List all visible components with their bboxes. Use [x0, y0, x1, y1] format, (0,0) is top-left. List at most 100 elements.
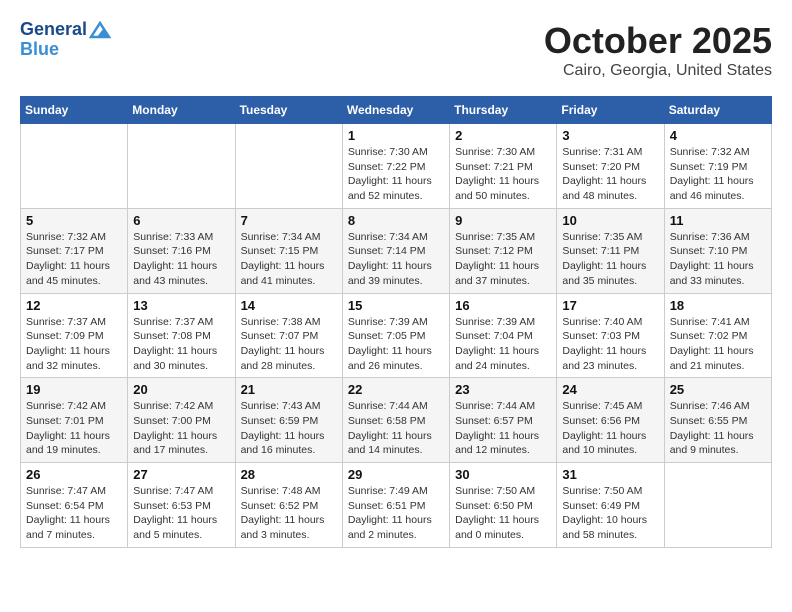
weekday-header-row: SundayMondayTuesdayWednesdayThursdayFrid…: [21, 97, 772, 124]
logo-text: General Blue: [20, 20, 111, 60]
calendar-cell: 7 Sunrise: 7:34 AMSunset: 7:15 PMDaylight…: [235, 208, 342, 293]
calendar-cell: 9Sunrise: 7:35 AMSunset: 7:12 PMDaylight…: [450, 208, 557, 293]
calendar-cell: 26 Sunrise: 7:47 AMSunset: 6:54 PMDayligh…: [21, 463, 128, 548]
calendar-cell: 3 Sunrise: 7:31 AMSunset: 7:20 PMDaylight…: [557, 124, 664, 209]
calendar-cell: 8 Sunrise: 7:34 AMSunset: 7:14 PMDaylight…: [342, 208, 449, 293]
calendar-cell: 12 Sunrise: 7:37 AMSunset: 7:09 PMDayligh…: [21, 293, 128, 378]
day-info: Sunrise: 7:49 AMSunset: 6:51 PMDaylight:…: [348, 484, 444, 543]
logo: General Blue: [20, 20, 111, 60]
calendar-cell: 11 Sunrise: 7:36 AMSunset: 7:10 PMDayligh…: [664, 208, 771, 293]
calendar-cell: 4 Sunrise: 7:32 AMSunset: 7:19 PMDaylight…: [664, 124, 771, 209]
day-number: 26: [26, 467, 122, 482]
day-info: Sunrise: 7:42 AMSunset: 7:01 PMDaylight:…: [26, 399, 122, 458]
calendar-cell: 18 Sunrise: 7:41 AMSunset: 7:02 PMDayligh…: [664, 293, 771, 378]
calendar-cell: 14 Sunrise: 7:38 AMSunset: 7:07 PMDayligh…: [235, 293, 342, 378]
day-info: Sunrise: 7:46 AMSunset: 6:55 PMDaylight:…: [670, 399, 766, 458]
day-info: Sunrise: 7:48 AMSunset: 6:52 PMDaylight:…: [241, 484, 337, 543]
calendar-cell: 17 Sunrise: 7:40 AMSunset: 7:03 PMDayligh…: [557, 293, 664, 378]
calendar-cell: 22Sunrise: 7:44 AMSunset: 6:58 PMDayligh…: [342, 378, 449, 463]
weekday-header-sunday: Sunday: [21, 97, 128, 124]
day-info: Sunrise: 7:47 AMSunset: 6:53 PMDaylight:…: [133, 484, 229, 543]
day-info: Sunrise: 7:30 AMSunset: 7:22 PMDaylight:…: [348, 145, 444, 204]
location: Cairo, Georgia, United States: [544, 62, 772, 80]
calendar-cell: 19 Sunrise: 7:42 AMSunset: 7:01 PMDayligh…: [21, 378, 128, 463]
calendar-cell: 1 Sunrise: 7:30 AMSunset: 7:22 PMDaylight…: [342, 124, 449, 209]
day-info: Sunrise: 7:36 AMSunset: 7:10 PMDaylight:…: [670, 230, 766, 289]
day-number: 9: [455, 213, 551, 228]
calendar-cell: [21, 124, 128, 209]
day-number: 29: [348, 467, 444, 482]
week-row-3: 12 Sunrise: 7:37 AMSunset: 7:09 PMDayligh…: [21, 293, 772, 378]
day-info: Sunrise: 7:44 AMSunset: 6:57 PMDaylight:…: [455, 399, 551, 458]
day-number: 11: [670, 213, 766, 228]
calendar-cell: 30 Sunrise: 7:50 AMSunset: 6:50 PMDayligh…: [450, 463, 557, 548]
calendar-cell: 10 Sunrise: 7:35 AMSunset: 7:11 PMDayligh…: [557, 208, 664, 293]
calendar-cell: 27Sunrise: 7:47 AMSunset: 6:53 PMDayligh…: [128, 463, 235, 548]
weekday-header-tuesday: Tuesday: [235, 97, 342, 124]
day-number: 18: [670, 298, 766, 313]
calendar-cell: 21Sunrise: 7:43 AMSunset: 6:59 PMDayligh…: [235, 378, 342, 463]
calendar-cell: 28 Sunrise: 7:48 AMSunset: 6:52 PMDayligh…: [235, 463, 342, 548]
day-number: 8: [348, 213, 444, 228]
week-row-4: 19 Sunrise: 7:42 AMSunset: 7:01 PMDayligh…: [21, 378, 772, 463]
calendar-cell: 16 Sunrise: 7:39 AMSunset: 7:04 PMDayligh…: [450, 293, 557, 378]
week-row-1: 1 Sunrise: 7:30 AMSunset: 7:22 PMDaylight…: [21, 124, 772, 209]
calendar-cell: 6 Sunrise: 7:33 AMSunset: 7:16 PMDaylight…: [128, 208, 235, 293]
day-info: Sunrise: 7:32 AMSunset: 7:17 PMDaylight:…: [26, 230, 122, 289]
day-info: Sunrise: 7:41 AMSunset: 7:02 PMDaylight:…: [670, 315, 766, 374]
day-number: 28: [241, 467, 337, 482]
day-number: 30: [455, 467, 551, 482]
day-info: Sunrise: 7:44 AMSunset: 6:58 PMDaylight:…: [348, 399, 444, 458]
calendar-cell: 25 Sunrise: 7:46 AMSunset: 6:55 PMDayligh…: [664, 378, 771, 463]
weekday-header-monday: Monday: [128, 97, 235, 124]
day-number: 23: [455, 382, 551, 397]
day-info: Sunrise: 7:47 AMSunset: 6:54 PMDaylight:…: [26, 484, 122, 543]
calendar-cell: 2Sunrise: 7:30 AMSunset: 7:21 PMDaylight…: [450, 124, 557, 209]
day-number: 25: [670, 382, 766, 397]
calendar-cell: 5 Sunrise: 7:32 AMSunset: 7:17 PMDaylight…: [21, 208, 128, 293]
day-info: Sunrise: 7:45 AMSunset: 6:56 PMDaylight:…: [562, 399, 658, 458]
day-number: 2: [455, 128, 551, 143]
day-number: 24: [562, 382, 658, 397]
day-number: 1: [348, 128, 444, 143]
day-info: Sunrise: 7:33 AMSunset: 7:16 PMDaylight:…: [133, 230, 229, 289]
day-number: 12: [26, 298, 122, 313]
calendar-cell: [128, 124, 235, 209]
calendar-cell: 15Sunrise: 7:39 AMSunset: 7:05 PMDayligh…: [342, 293, 449, 378]
day-number: 3: [562, 128, 658, 143]
day-number: 10: [562, 213, 658, 228]
day-info: Sunrise: 7:35 AMSunset: 7:11 PMDaylight:…: [562, 230, 658, 289]
day-info: Sunrise: 7:34 AMSunset: 7:14 PMDaylight:…: [348, 230, 444, 289]
day-info: Sunrise: 7:42 AMSunset: 7:00 PMDaylight:…: [133, 399, 229, 458]
day-info: Sunrise: 7:40 AMSunset: 7:03 PMDaylight:…: [562, 315, 658, 374]
day-info: Sunrise: 7:43 AMSunset: 6:59 PMDaylight:…: [241, 399, 337, 458]
title-block: October 2025 Cairo, Georgia, United Stat…: [544, 20, 772, 80]
day-number: 4: [670, 128, 766, 143]
day-info: Sunrise: 7:32 AMSunset: 7:19 PMDaylight:…: [670, 145, 766, 204]
day-number: 20: [133, 382, 229, 397]
calendar-cell: [235, 124, 342, 209]
day-number: 6: [133, 213, 229, 228]
day-info: Sunrise: 7:34 AMSunset: 7:15 PMDaylight:…: [241, 230, 337, 289]
week-row-2: 5 Sunrise: 7:32 AMSunset: 7:17 PMDaylight…: [21, 208, 772, 293]
day-number: 5: [26, 213, 122, 228]
day-number: 13: [133, 298, 229, 313]
month-title: October 2025: [544, 20, 772, 62]
day-number: 16: [455, 298, 551, 313]
day-info: Sunrise: 7:31 AMSunset: 7:20 PMDaylight:…: [562, 145, 658, 204]
day-info: Sunrise: 7:39 AMSunset: 7:04 PMDaylight:…: [455, 315, 551, 374]
day-number: 17: [562, 298, 658, 313]
day-info: Sunrise: 7:39 AMSunset: 7:05 PMDaylight:…: [348, 315, 444, 374]
day-info: Sunrise: 7:50 AMSunset: 6:50 PMDaylight:…: [455, 484, 551, 543]
day-info: Sunrise: 7:37 AMSunset: 7:09 PMDaylight:…: [26, 315, 122, 374]
weekday-header-friday: Friday: [557, 97, 664, 124]
calendar-cell: 29 Sunrise: 7:49 AMSunset: 6:51 PMDayligh…: [342, 463, 449, 548]
day-number: 14: [241, 298, 337, 313]
week-row-5: 26 Sunrise: 7:47 AMSunset: 6:54 PMDayligh…: [21, 463, 772, 548]
day-info: Sunrise: 7:38 AMSunset: 7:07 PMDaylight:…: [241, 315, 337, 374]
day-info: Sunrise: 7:50 AMSunset: 6:49 PMDaylight:…: [562, 484, 658, 543]
calendar-cell: 24 Sunrise: 7:45 AMSunset: 6:56 PMDayligh…: [557, 378, 664, 463]
calendar-cell: [664, 463, 771, 548]
day-number: 7: [241, 213, 337, 228]
day-number: 19: [26, 382, 122, 397]
